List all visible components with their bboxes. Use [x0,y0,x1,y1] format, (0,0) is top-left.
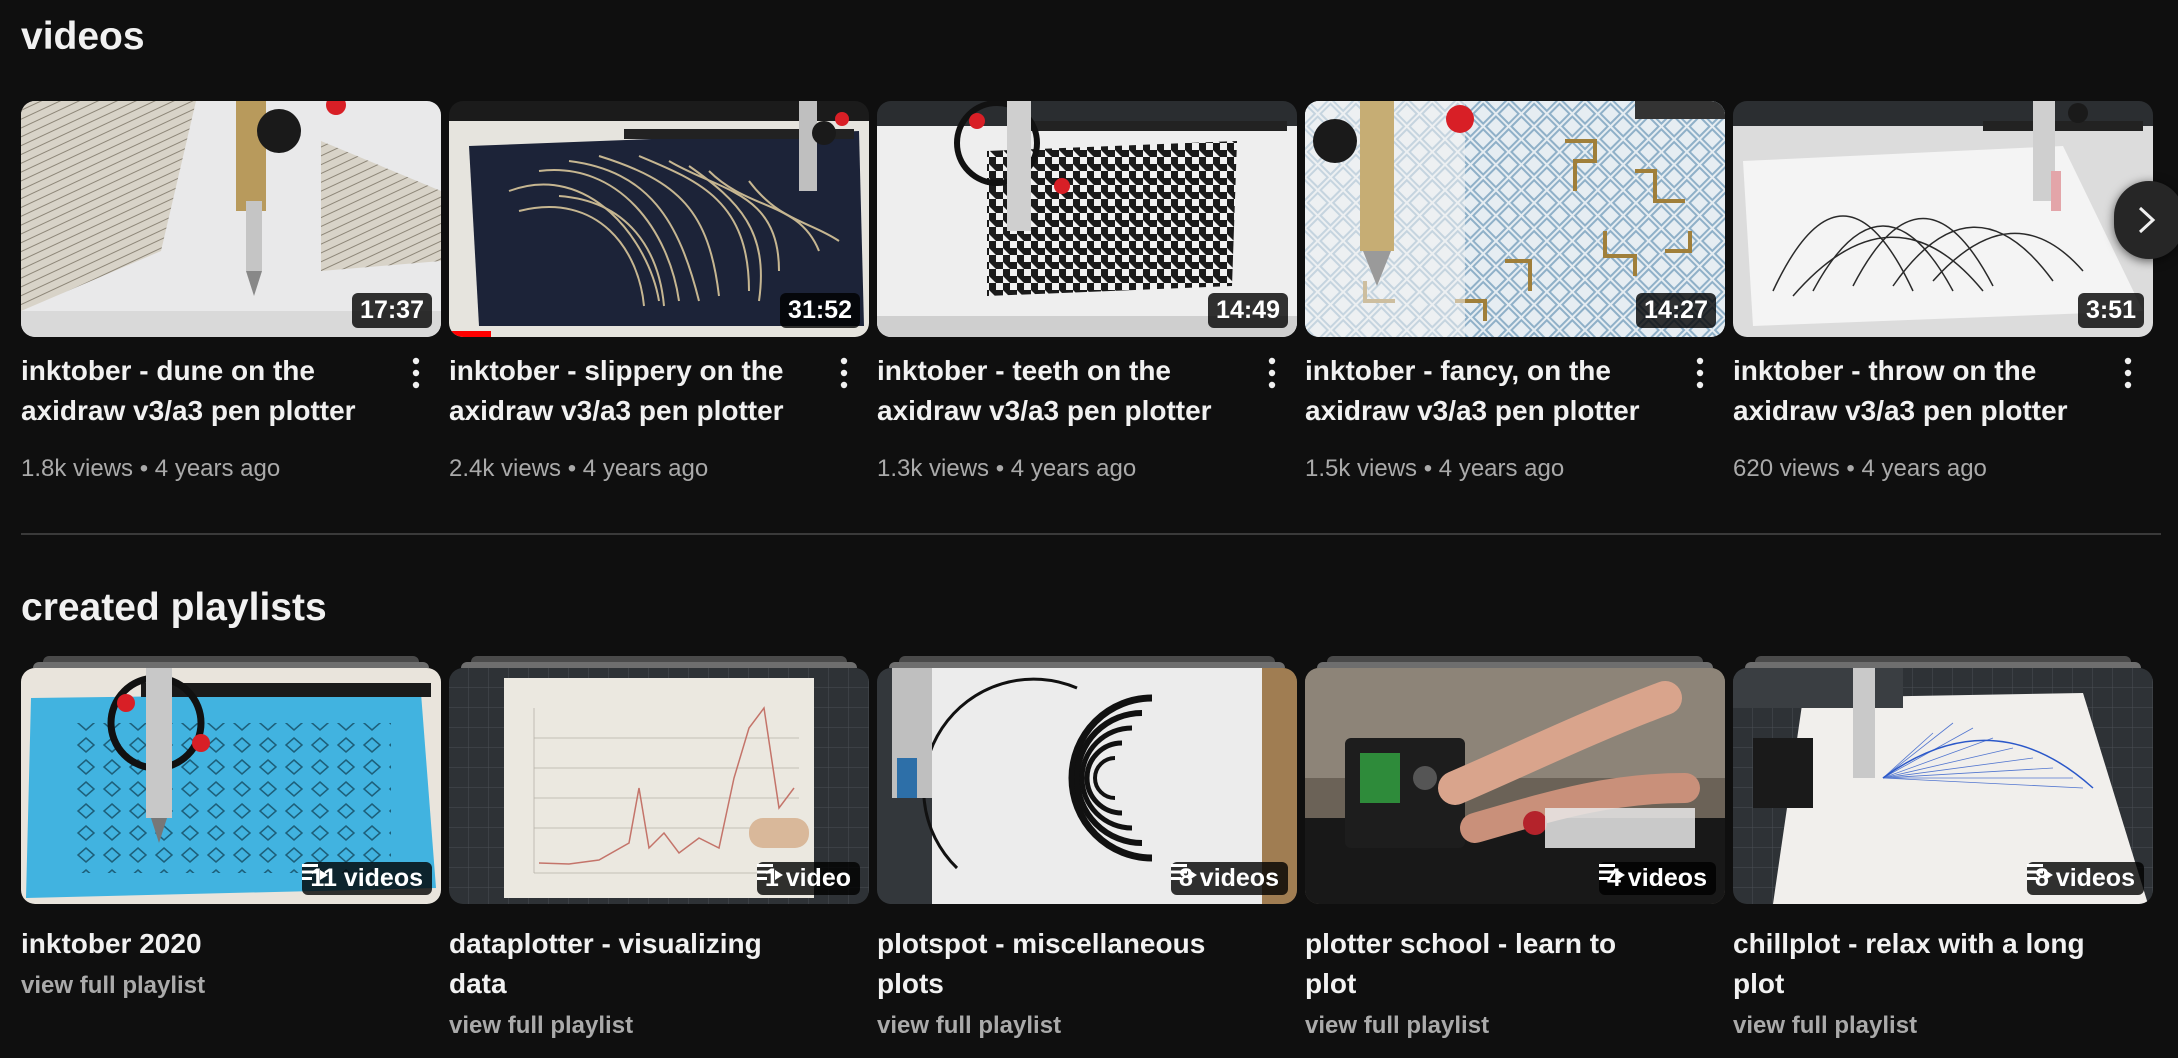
video-title[interactable]: inktober - slippery on the axidraw v3/a3… [449,351,809,431]
playlist-thumbnail[interactable]: 4 videos [1305,668,1725,904]
video-meta: 1.3k views • 4 years ago [877,457,1136,481]
video-age: 4 years ago [582,455,709,482]
video-views: 2.4k views [449,455,562,482]
video-duration: 14:27 [1636,293,1716,328]
video-title[interactable]: inktober - dune on the axidraw v3/a3 pen… [21,351,381,431]
playlist-icon [2026,864,2053,880]
playlist-title[interactable]: inktober 2020 [21,924,391,964]
video-thumbnail[interactable]: 14:27 [1305,101,1725,337]
meta-separator: • [1423,455,1433,482]
video-views: 1.3k views [877,455,990,482]
vertical-dots-icon [412,357,420,389]
videos-shelf: 17:37 inktober - dune on the axidraw v3/… [21,101,2153,501]
meta-separator: • [995,455,1005,482]
playlist-icon [302,864,329,880]
meta-separator: • [1846,455,1855,482]
video-thumbnail[interactable]: 3:51 [1733,101,2153,337]
videos-section-title: videos [21,15,145,58]
playlist-title[interactable]: plotter school - learn to plot [1305,924,1675,1004]
playlist-icon [1170,864,1197,880]
video-meta: 1.8k views • 4 years ago [21,457,280,481]
more-actions-button[interactable] [1257,353,1287,393]
video-meta: 620 views • 4 years ago [1733,457,1987,481]
view-full-playlist-link[interactable]: view full playlist [1733,1014,1917,1038]
meta-separator: • [567,455,577,482]
next-videos-button[interactable] [2114,181,2178,259]
video-views: 1.5k views [1305,455,1418,482]
video-title[interactable]: inktober - teeth on the axidraw v3/a3 pe… [877,351,1237,431]
video-thumbnail[interactable]: 17:37 [21,101,441,337]
view-full-playlist-link[interactable]: view full playlist [449,1014,633,1038]
playlist-title[interactable]: dataplotter - visualizing data [449,924,819,1004]
section-divider [21,533,2161,535]
vertical-dots-icon [2124,357,2132,389]
video-title[interactable]: inktober - fancy, on the axidraw v3/a3 p… [1305,351,1665,431]
view-full-playlist-link[interactable]: view full playlist [21,974,205,998]
video-views: 1.8k views [21,455,134,482]
playlist-icon [1598,864,1625,880]
video-count-badge: 1 video [756,862,860,895]
video-thumbnail[interactable]: 14:49 [877,101,1297,337]
video-age: 4 years ago [1861,455,1987,482]
video-meta: 2.4k views • 4 years ago [449,457,708,481]
video-age: 4 years ago [1438,455,1565,482]
chevron-right-icon [2138,206,2156,234]
playlists-shelf: 11 videos inktober 2020 view full playli… [21,656,2153,1056]
playlist-title[interactable]: plotspot - miscellaneous plots [877,924,1247,1004]
more-actions-button[interactable] [829,353,859,393]
vertical-dots-icon [840,357,848,389]
playlists-section-title: created playlists [21,586,327,629]
more-actions-button[interactable] [2113,353,2143,393]
video-count-badge: 8 videos [1170,862,1288,895]
video-count-badge: 8 videos [2026,862,2144,895]
view-full-playlist-link[interactable]: view full playlist [1305,1014,1489,1038]
playlist-thumbnail[interactable]: 1 video [449,668,869,904]
playlist-thumbnail[interactable]: 8 videos [1733,668,2153,904]
video-meta: 1.5k views • 4 years ago [1305,457,1564,481]
playlist-thumbnail[interactable]: 11 videos [21,668,441,904]
video-count-badge: 4 videos [1598,862,1716,895]
video-duration: 14:49 [1208,293,1288,328]
video-count-badge: 11 videos [302,862,432,895]
more-actions-button[interactable] [1685,353,1715,393]
vertical-dots-icon [1268,357,1276,389]
playlist-icon [756,864,783,880]
playlist-thumbnail[interactable]: 8 videos [877,668,1297,904]
view-full-playlist-link[interactable]: view full playlist [877,1014,1061,1038]
video-title[interactable]: inktober - throw on the axidraw v3/a3 pe… [1733,351,2093,431]
video-age: 4 years ago [1010,455,1137,482]
meta-separator: • [139,455,149,482]
video-thumbnail[interactable]: 31:52 [449,101,869,337]
video-duration: 17:37 [352,293,432,328]
vertical-dots-icon [1696,357,1704,389]
more-actions-button[interactable] [401,353,431,393]
playlist-title[interactable]: chillplot - relax with a long plot [1733,924,2103,1004]
video-age: 4 years ago [154,455,281,482]
video-duration: 3:51 [2077,293,2144,328]
watch-progress-bar [449,331,491,337]
video-views: 620 views [1733,455,1840,482]
video-duration: 31:52 [780,293,860,328]
